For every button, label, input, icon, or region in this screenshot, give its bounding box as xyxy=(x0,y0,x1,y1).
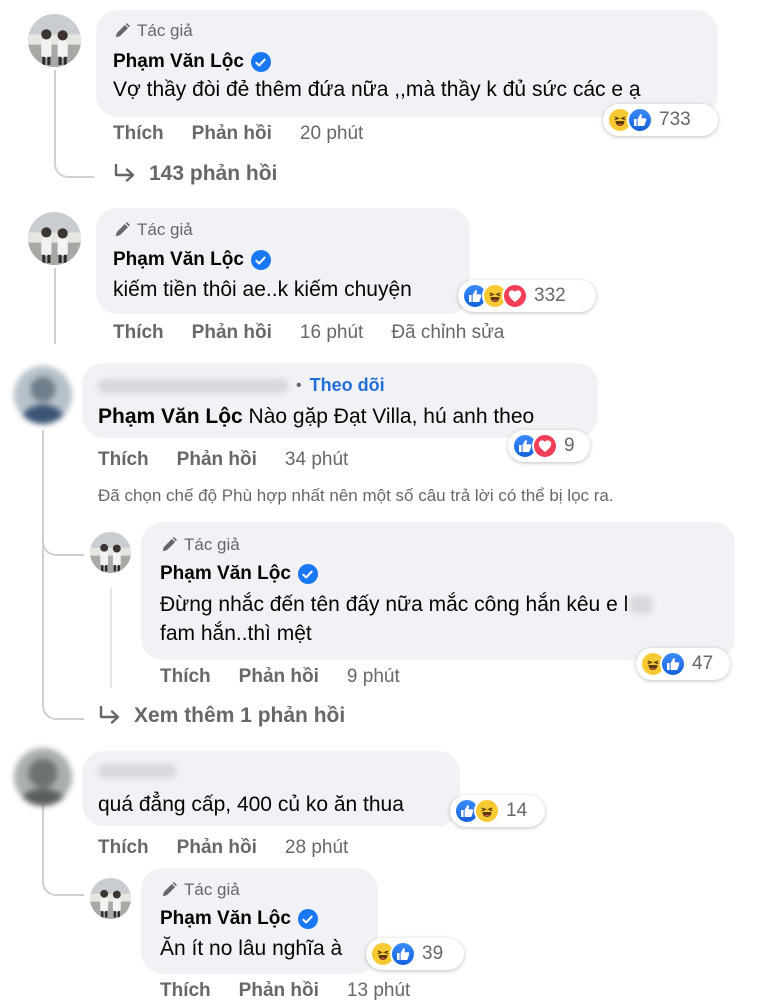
reaction-count: 733 xyxy=(659,109,691,130)
comment-text: kiếm tiền thôi ae..k kiếm chuyện xyxy=(113,278,412,301)
like-button[interactable]: Thích xyxy=(113,322,164,344)
follow-button[interactable]: Theo dõi xyxy=(310,375,385,396)
avatar[interactable] xyxy=(14,366,72,424)
author-badge: Tác giả xyxy=(113,220,193,240)
reaction-summary[interactable]: 14 xyxy=(450,795,545,827)
reaction-summary[interactable]: 47 xyxy=(636,648,730,680)
reply-arrow-icon xyxy=(113,163,137,185)
reaction-count: 14 xyxy=(506,800,528,821)
comment-text: quá đẳng cấp, 400 củ ko ăn thua xyxy=(98,793,404,816)
pen-icon xyxy=(160,881,178,899)
view-more-replies-link[interactable]: Xem thêm 1 phản hồi xyxy=(98,704,345,728)
comment-text: Phạm Văn Lộc Nào gặp Đạt Villa, hú anh t… xyxy=(98,405,535,428)
comment-text: Ăn ít no lâu nghĩa à xyxy=(160,937,343,960)
love-reaction-icon xyxy=(502,283,528,309)
comment-actions: Thích Phản hồi 20 phút xyxy=(113,123,363,145)
author-badge: Tác giả xyxy=(113,21,193,41)
pen-icon xyxy=(113,22,131,40)
view-replies-link[interactable]: 143 phản hồi xyxy=(113,162,277,186)
reaction-count: 9 xyxy=(564,435,575,456)
comment-actions: Thích Phản hồi 9 phút xyxy=(160,666,400,688)
reaction-summary[interactable]: 39 xyxy=(366,938,464,970)
timestamp[interactable]: 16 phút xyxy=(300,322,363,344)
thread-connector xyxy=(42,866,84,896)
thread-connector xyxy=(42,690,84,720)
like-button[interactable]: Thích xyxy=(98,449,149,471)
reply-button[interactable]: Phản hồi xyxy=(192,123,272,145)
like-reaction-icon xyxy=(390,941,416,967)
verified-badge-icon xyxy=(297,909,318,929)
like-button[interactable]: Thích xyxy=(160,980,211,1000)
reply-arrow-icon xyxy=(98,705,122,727)
comment-text: Đừng nhắc đến tên đấy nữa mắc công hắn k… xyxy=(160,590,653,620)
follow-dot: • xyxy=(296,376,302,394)
reply-button[interactable]: Phản hồi xyxy=(177,837,257,859)
haha-reaction-icon xyxy=(474,798,500,824)
reply-button[interactable]: Phản hồi xyxy=(177,449,257,471)
comment-author[interactable]: Phạm Văn Lộc xyxy=(113,249,271,271)
blurred-text xyxy=(630,596,653,615)
timestamp[interactable]: 28 phút xyxy=(285,837,348,859)
author-badge: Tác giả xyxy=(160,880,240,900)
like-reaction-icon xyxy=(627,107,653,133)
like-button[interactable]: Thích xyxy=(113,123,164,145)
avatar[interactable] xyxy=(28,212,81,265)
timestamp[interactable]: 13 phút xyxy=(347,980,410,1000)
avatar[interactable] xyxy=(14,748,72,806)
comment-actions: Thích Phản hồi 28 phút xyxy=(98,837,348,859)
mention-link[interactable]: Phạm Văn Lộc xyxy=(98,405,243,428)
comment-author[interactable]: Phạm Văn Lộc xyxy=(113,51,271,73)
reaction-summary[interactable]: 733 xyxy=(603,104,718,136)
thread-connector xyxy=(54,150,94,178)
love-reaction-icon xyxy=(532,433,558,459)
reply-button[interactable]: Phản hồi xyxy=(192,322,272,344)
timestamp[interactable]: 34 phút xyxy=(285,449,348,471)
reply-button[interactable]: Phản hồi xyxy=(239,980,319,1000)
thread-connector xyxy=(42,530,84,556)
reaction-summary[interactable]: 9 xyxy=(508,430,590,462)
avatar[interactable] xyxy=(90,878,131,919)
comment-actions: Thích Phản hồi 16 phút Đã chỉnh sửa xyxy=(113,322,504,344)
comment-author[interactable]: Phạm Văn Lộc xyxy=(160,908,318,930)
verified-badge-icon xyxy=(250,250,271,270)
like-button[interactable]: Thích xyxy=(160,666,211,688)
verified-badge-icon xyxy=(250,52,271,72)
like-reaction-icon xyxy=(660,651,686,677)
avatar[interactable] xyxy=(90,532,131,573)
thread-line xyxy=(42,430,44,702)
reaction-count: 39 xyxy=(422,943,444,964)
comment-actions: Thích Phản hồi 13 phút xyxy=(160,980,410,1000)
thread-line xyxy=(54,268,56,344)
timestamp[interactable]: 9 phút xyxy=(347,666,400,688)
pen-icon xyxy=(160,536,178,554)
comment-author[interactable]: Phạm Văn Lộc xyxy=(160,563,318,585)
comment-text-line2: fam hắn..thì mệt xyxy=(160,622,312,645)
edited-label: Đã chỉnh sửa xyxy=(391,322,505,343)
like-button[interactable]: Thích xyxy=(98,837,149,859)
verified-badge-icon xyxy=(297,564,318,584)
timestamp[interactable]: 20 phút xyxy=(300,123,363,145)
reply-button[interactable]: Phản hồi xyxy=(239,666,319,688)
commenter-name-blurred[interactable] xyxy=(98,764,176,783)
commenter-name-blurred[interactable]: • Theo dõi xyxy=(98,375,385,396)
comment-actions: Thích Phản hồi 34 phút xyxy=(98,449,348,471)
comment-text: Vợ thầy đòi đẻ thêm đứa nữa ,,mà thầy k … xyxy=(113,78,641,101)
reaction-count: 47 xyxy=(692,653,714,674)
author-badge: Tác giả xyxy=(160,535,240,555)
avatar[interactable] xyxy=(28,14,81,67)
thread-line xyxy=(110,588,112,688)
filter-notice: Đã chọn chế độ Phù hợp nhất nên một số c… xyxy=(98,486,614,505)
pen-icon xyxy=(113,221,131,239)
reaction-count: 332 xyxy=(534,285,566,306)
reaction-summary[interactable]: 332 xyxy=(458,280,596,312)
